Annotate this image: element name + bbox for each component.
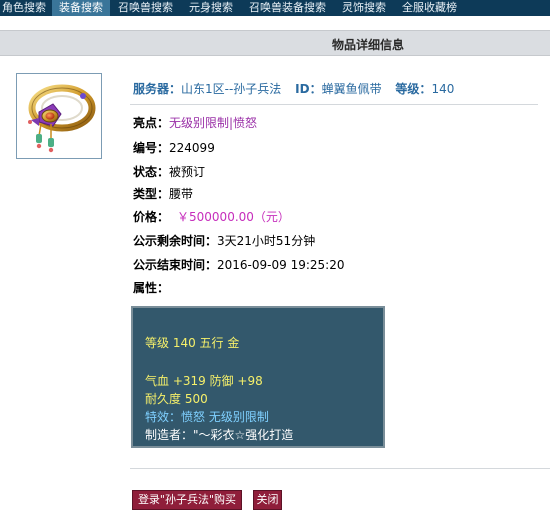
status-value: 被预订 <box>169 165 206 179</box>
attr-stats-line: 气血 +319 防御 +98 <box>145 374 263 388</box>
attributes-row: 属性： <box>133 279 169 296</box>
id-label: ID： <box>295 82 322 96</box>
price-label: 价格： <box>133 210 170 224</box>
price-row: 价格： ￥500000.00（元） <box>133 208 290 225</box>
tab-equipment-search[interactable]: 装备搜索 <box>52 0 110 16</box>
title-bar: 物品详细信息 <box>0 30 550 56</box>
tab-avatar-search[interactable]: 元身搜索 <box>181 0 241 16</box>
remaining-time-row: 公示剩余时间：3天21小时51分钟 <box>133 232 315 249</box>
level-value: 140 <box>431 82 455 96</box>
end-time-row: 公示结束时间：2016-09-09 19:25:20 <box>133 256 344 273</box>
tab-pet-equipment-search[interactable]: 召唤兽装备搜索 <box>241 0 334 16</box>
id-value: 蝉翼鱼佩带 <box>321 82 382 96</box>
page-title: 物品详细信息 <box>332 38 405 52</box>
end-time-label: 公示结束时间： <box>133 258 218 272</box>
tab-favorites-ranking[interactable]: 全服收藏榜 <box>394 0 465 16</box>
serial-label: 编号： <box>133 141 170 155</box>
tab-ornament-search[interactable]: 灵饰搜索 <box>334 0 394 16</box>
type-value: 腰带 <box>169 187 194 201</box>
status-label: 状态： <box>133 165 170 179</box>
attr-durability-line: 耐久度 500 <box>145 392 208 406</box>
attributes-panel: 等级 140 五行 金 气血 +319 防御 +98 耐久度 500 特效：愤怒… <box>131 306 385 448</box>
level-label: 等级： <box>395 82 432 96</box>
item-info-line: 服务器：山东1区--孙子兵法 ID：蝉翼鱼佩带 等级：140 <box>133 80 454 97</box>
item-image <box>16 73 102 159</box>
remaining-time-label: 公示剩余时间： <box>133 234 218 248</box>
highlight-value: 无级别限制|愤怒 <box>169 116 258 130</box>
serial-value: 224099 <box>169 141 215 155</box>
highlight-row: 亮点：无级别限制|愤怒 <box>133 114 257 131</box>
attr-special-line: 特效：愤怒 无级别限制 <box>145 410 269 424</box>
server-value: 山东1区--孙子兵法 <box>181 82 282 96</box>
status-row: 状态：被预订 <box>133 163 205 180</box>
server-label: 服务器： <box>133 82 182 96</box>
end-time-value: 2016-09-09 19:25:20 <box>217 258 345 272</box>
attributes-label: 属性： <box>133 281 170 295</box>
price-value: ￥500000.00（元） <box>177 210 290 224</box>
close-button[interactable]: 关闭 <box>253 490 282 510</box>
highlight-label: 亮点： <box>133 116 170 130</box>
login-buy-button[interactable]: 登录"孙子兵法"购买 <box>132 490 242 510</box>
type-label: 类型： <box>133 187 170 201</box>
attr-maker-line: 制造者："～彩衣☆强化打造 <box>145 428 294 442</box>
remaining-time-value: 3天21小时51分钟 <box>217 234 316 248</box>
attr-level-line: 等级 140 五行 金 <box>145 336 240 350</box>
type-row: 类型：腰带 <box>133 185 193 202</box>
top-navigation: 角色搜索 装备搜索 召唤兽搜索 元身搜索 召唤兽装备搜索 灵饰搜索 全服收藏榜 <box>0 0 550 16</box>
tab-role-search[interactable]: 角色搜索 <box>0 0 52 16</box>
tab-pet-search[interactable]: 召唤兽搜索 <box>110 0 181 16</box>
serial-row: 编号：224099 <box>133 139 215 156</box>
divider <box>130 104 538 105</box>
bottom-divider <box>130 468 550 469</box>
jade-gold-belt-icon <box>17 74 101 158</box>
